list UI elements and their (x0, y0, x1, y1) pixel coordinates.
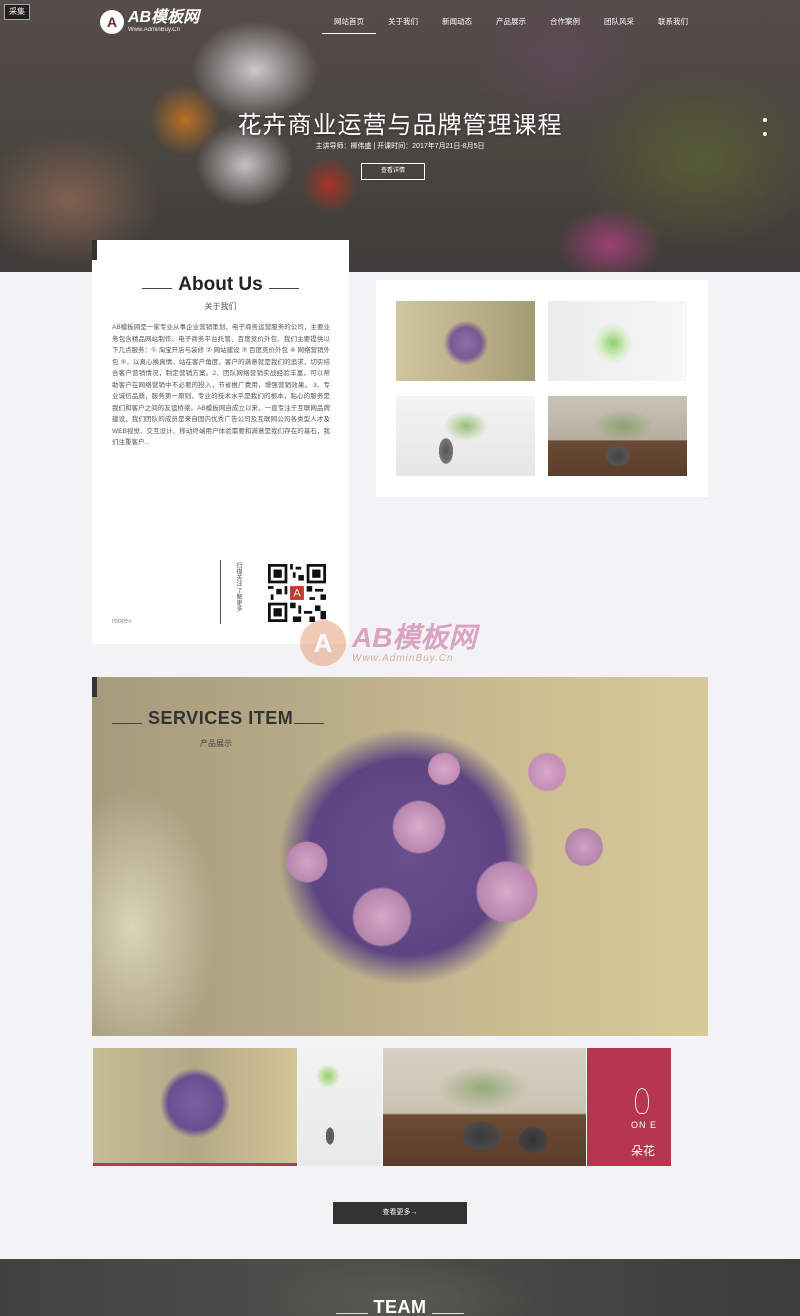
nav-item-team[interactable]: 团队风采 (592, 16, 646, 34)
gallery-image-vase-branch[interactable] (396, 396, 535, 476)
product-thumb-potted-flowers[interactable] (383, 1048, 586, 1166)
section-accent-bar (92, 677, 97, 697)
title-divider (432, 1313, 464, 1314)
product-thumb-green-bouquet[interactable] (298, 1048, 381, 1166)
svg-text:A: A (293, 588, 301, 600)
hero-details-button[interactable]: 查看详情 (361, 163, 425, 180)
about-title: About Us (178, 274, 263, 295)
logo-name: AB模板网 (128, 9, 200, 26)
qr-caption: 扫描关注 了解更多 (235, 562, 241, 612)
flower-outline-icon (635, 1088, 649, 1114)
nav-item-cases[interactable]: 合作案例 (538, 16, 592, 34)
services-feature-image[interactable] (92, 677, 708, 1036)
title-divider (269, 288, 299, 289)
watermark-mark-icon: A (300, 620, 346, 666)
gallery-image-potted-flowers[interactable] (548, 396, 687, 476)
logo-url: Www.AdminBuy.Cn (128, 27, 180, 33)
nav-item-home[interactable]: 网站首页 (322, 16, 376, 34)
logo-mark-icon: A (100, 10, 124, 34)
slider-dots (763, 118, 767, 146)
team-title: TEAM (373, 1297, 427, 1316)
watermark-name: AB模板网 (352, 621, 477, 653)
brand-card-name: 朵花 (631, 1144, 656, 1158)
slider-dot[interactable] (763, 118, 767, 122)
about-more-link[interactable]: more» (112, 618, 132, 625)
title-divider (294, 723, 324, 724)
nav-item-products[interactable]: 产品展示 (484, 16, 538, 34)
slider-dot[interactable] (763, 132, 767, 136)
services-subtitle: 产品展示 (200, 739, 232, 748)
watermark-url: Www.AdminBuy.Cn (352, 652, 454, 664)
hero-title: 花卉商业运营与品牌管理课程 (237, 112, 563, 139)
nav-item-news[interactable]: 新闻动态 (430, 16, 484, 34)
active-thumb-indicator (93, 1163, 297, 1166)
about-card: About Us 关于我们 AB模板网是一家专业从事企业营销策划、电子商务运营服… (92, 240, 349, 644)
product-thumb-brand-card[interactable]: ON E 朵花 (587, 1048, 671, 1166)
hero-subtitle: 主讲导师：柳伟盛 | 开课时间：2017年7月21日-8月5日 (315, 143, 485, 150)
about-gallery (376, 280, 708, 497)
brand-card-one: ON E (631, 1120, 658, 1130)
services-title: SERVICES ITEM (148, 708, 294, 728)
site-logo[interactable]: A AB模板网 Www.AdminBuy.Cn (100, 10, 199, 34)
section-accent-bar (92, 240, 97, 260)
gallery-image-green-bouquet[interactable] (548, 301, 687, 381)
qr-code-icon: A (268, 564, 326, 622)
title-divider (112, 723, 142, 724)
nav-item-contact[interactable]: 联系我们 (646, 16, 700, 34)
nav-item-about[interactable]: 关于我们 (376, 16, 430, 34)
about-subtitle: 关于我们 (204, 302, 237, 311)
collect-button[interactable]: 采集 (4, 4, 30, 20)
view-more-button[interactable]: 查看更多→ (333, 1202, 467, 1224)
vertical-divider (220, 560, 221, 624)
gallery-image-purple-bouquet[interactable] (396, 301, 535, 381)
about-description: AB模板网是一家专业从事企业营销策划、电子商务运营服务的公司，主要业务包含精品网… (112, 324, 330, 446)
main-nav: 网站首页 关于我们 新闻动态 产品展示 合作案例 团队风采 联系我们 (322, 16, 700, 34)
watermark-logo: A AB模板网 Www.AdminBuy.Cn (300, 620, 476, 666)
product-thumb-purple-bouquet[interactable] (93, 1048, 297, 1166)
